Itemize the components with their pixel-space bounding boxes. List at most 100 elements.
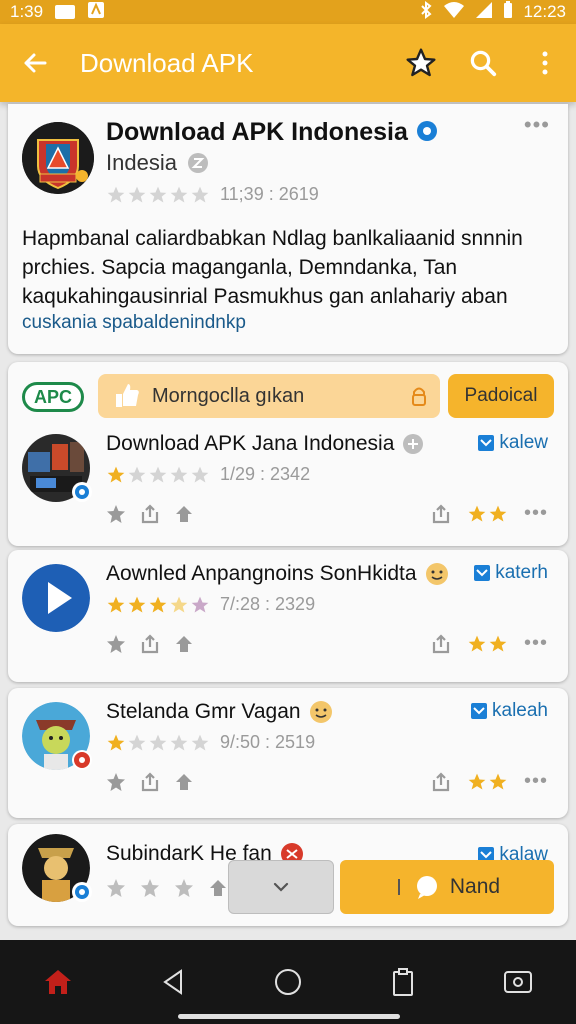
app-logo [22,122,94,194]
publisher-link[interactable]: katerh [473,562,548,584]
list-item-date: 7/:28 : 2329 [220,594,316,614]
list-item-actions [106,878,228,898]
search-button[interactable] [452,24,514,102]
star-filled-icon [468,773,486,789]
verified-badge-icon [72,482,92,502]
list-item-actions [106,772,194,792]
star-empty-icon [191,596,209,612]
nav-home-button[interactable] [28,952,88,1012]
card-more-button[interactable]: ••• [524,112,550,138]
hero-stars [106,185,210,205]
promo-action-button[interactable]: Padoical [448,374,554,418]
nav-clipboard-button[interactable] [373,952,433,1012]
star-filled-icon [107,596,125,612]
home-icon [44,970,71,994]
star-empty-icon [170,734,188,750]
star-empty-icon [191,186,209,202]
star-empty-icon [149,734,167,750]
nav-home-circle-button[interactable] [258,952,318,1012]
list-item-more-button[interactable]: ••• [524,770,548,793]
system-nav-bar [0,940,576,1024]
promo-banner[interactable]: Morngoclla gıkan [98,374,440,418]
app-notification-icon [87,1,105,24]
list-item-date: 1/29 : 2342 [220,464,311,484]
download-icon[interactable] [174,634,194,654]
upload-icon[interactable] [431,503,451,524]
chat-bubble-icon [416,876,437,899]
nav-recents-button[interactable] [488,952,548,1012]
star-action-icon[interactable] [106,772,126,792]
description-link[interactable]: cuskania spabaldenindnkp [22,312,246,334]
collapse-button[interactable] [228,860,334,914]
star-empty-icon [128,186,146,202]
download-icon[interactable] [208,878,228,898]
list-item[interactable]: Aownled Anpangnoins SonHkidta katerh 7/:… [8,550,568,682]
primary-action-button[interactable]: Nand [340,860,554,914]
star-empty-icon [107,186,125,202]
star-filled-icon [128,596,146,612]
list-item[interactable]: Download APK Jana Indonesia kalew 1/29 :… [8,420,568,546]
star-filled-icon [489,635,507,651]
back-button[interactable] [0,24,70,102]
star-filled-icon [468,505,486,521]
mini-stars[interactable] [467,634,508,654]
home-indicator[interactable] [178,1014,400,1019]
list-item-title: Download APK Jana Indonesia [106,432,395,455]
download-icon[interactable] [174,772,194,792]
hero-rating-date: 11;39 : 2619 [220,184,319,204]
add-circle-icon [403,434,424,454]
page-title: Download APK [80,47,254,78]
download-icon[interactable] [174,504,194,524]
star-filled-icon [107,734,125,750]
home-circle-icon [274,969,301,995]
list-item-title-row: Stelanda Gmr Vagan [106,700,333,724]
back-arrow-icon [24,53,47,73]
publisher-name: kaleah [492,700,548,721]
publisher-link[interactable]: kalew [477,432,548,454]
star-half-icon [170,596,188,612]
recents-icon [504,971,533,993]
list-item-more-button[interactable]: ••• [524,502,548,525]
emoji-icon [309,701,332,723]
mini-stars[interactable] [467,772,508,792]
list-item-actions [106,504,194,524]
clipboard-icon [393,968,414,996]
search-icon [470,50,497,77]
star-empty-icon [170,466,188,482]
publisher-link[interactable]: kaleah [470,700,548,722]
star-filled-icon [489,773,507,789]
chevron-down-icon [273,882,289,892]
more-vert-icon [542,51,548,75]
publisher-name: katerh [495,562,548,583]
back-triangle-icon [163,969,182,995]
list-item[interactable]: Stelanda Gmr Vagan kaleah 9/:50 : 2519 •… [8,688,568,818]
publisher-icon [471,703,487,719]
upload-icon[interactable] [431,771,451,792]
star-icon [406,48,436,77]
primary-action-label: Nand [449,875,501,898]
status-badge-icon [72,750,92,770]
share-icon[interactable] [140,634,160,654]
battery-icon [503,0,513,24]
list-item-title: Aownled Anpangnoins SonHkidta [106,562,417,585]
list-item-more-button[interactable]: ••• [524,632,548,655]
share-icon[interactable] [140,772,160,792]
star-action-icon[interactable] [106,634,126,654]
overflow-menu-button[interactable] [514,24,576,102]
mini-stars[interactable] [467,504,508,524]
developer-badge-icon [187,153,208,173]
favorite-button[interactable] [390,24,452,102]
share-icon[interactable] [140,504,160,524]
publisher-name: kalew [499,432,548,453]
emoji-icon [425,563,448,585]
app-bar: Download APK [0,24,576,102]
star-filled-icon [489,505,507,521]
star-empty-icon [128,734,146,750]
upload-icon[interactable] [431,633,451,654]
status-clock: 12:23 [523,2,566,21]
divider-icon [397,879,400,895]
nav-back-button[interactable] [143,952,203,1012]
notification-icon [55,5,76,19]
star-action-icon[interactable] [106,504,126,524]
star-empty-icon [107,879,125,897]
